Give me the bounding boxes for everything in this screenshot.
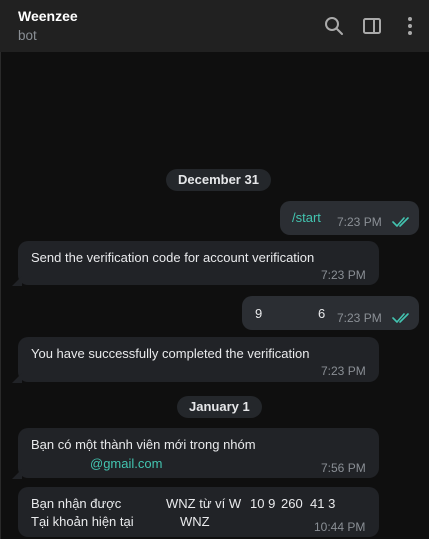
command-link[interactable]: /start — [292, 210, 321, 225]
message-text: 41 3 — [310, 496, 336, 511]
date-separator: December 31 — [166, 169, 271, 191]
message-bubble-incoming[interactable]: Send the verification code for account v… — [18, 241, 379, 285]
more-vertical-icon[interactable] — [398, 14, 422, 38]
message-text: 10 9 — [250, 496, 276, 511]
message-bubble-outgoing[interactable]: /start 7:23 PM — [280, 201, 419, 235]
message-time: 7:23 PM — [321, 268, 366, 282]
message-text: WNZ từ ví W — [166, 496, 242, 511]
message-text: 6 — [318, 306, 326, 321]
message-time: 7:23 PM — [337, 215, 382, 229]
message-time: 7:23 PM — [337, 311, 382, 325]
message-text: 9 — [255, 306, 263, 321]
email-link[interactable]: @gmail.com — [90, 456, 162, 471]
bubble-tail — [12, 373, 22, 383]
message-text: Send the verification code for account v… — [31, 250, 315, 265]
message-text: You have successfully completed the veri… — [31, 346, 310, 361]
message-text: Bạn có một thành viên mới trong nhóm — [31, 437, 256, 452]
message-bubble-outgoing[interactable]: 9 6 7:23 PM — [242, 296, 419, 330]
double-check-icon — [392, 216, 412, 228]
chat-subtitle: bot — [18, 28, 37, 43]
message-time: 7:56 PM — [321, 461, 366, 475]
bubble-tail — [12, 469, 22, 479]
double-check-icon — [392, 312, 412, 324]
bubble-tail — [12, 276, 22, 286]
date-separator: January 1 — [177, 396, 262, 418]
message-time: 10:44 PM — [314, 520, 366, 534]
sidebar-panel-icon[interactable] — [360, 14, 384, 38]
message-text: Tại khoản hiện tại — [31, 514, 134, 529]
message-bubble-incoming[interactable]: Bạn có một thành viên mới trong nhóm @gm… — [18, 428, 379, 478]
message-text: Bạn nhận được — [31, 496, 122, 511]
search-icon[interactable] — [322, 14, 346, 38]
chat-title[interactable]: Weenzee — [18, 8, 78, 24]
message-list[interactable]: December 31 /start 7:23 PM Send the veri… — [0, 52, 429, 539]
chat-header: Weenzee bot — [0, 0, 429, 52]
message-time: 7:23 PM — [321, 364, 366, 378]
message-text: 260 — [281, 496, 303, 511]
message-text: WNZ — [180, 514, 210, 529]
message-bubble-incoming[interactable]: You have successfully completed the veri… — [18, 337, 379, 382]
message-bubble-incoming[interactable]: Bạn nhận được WNZ từ ví W 10 9 260 41 3 … — [18, 487, 379, 537]
